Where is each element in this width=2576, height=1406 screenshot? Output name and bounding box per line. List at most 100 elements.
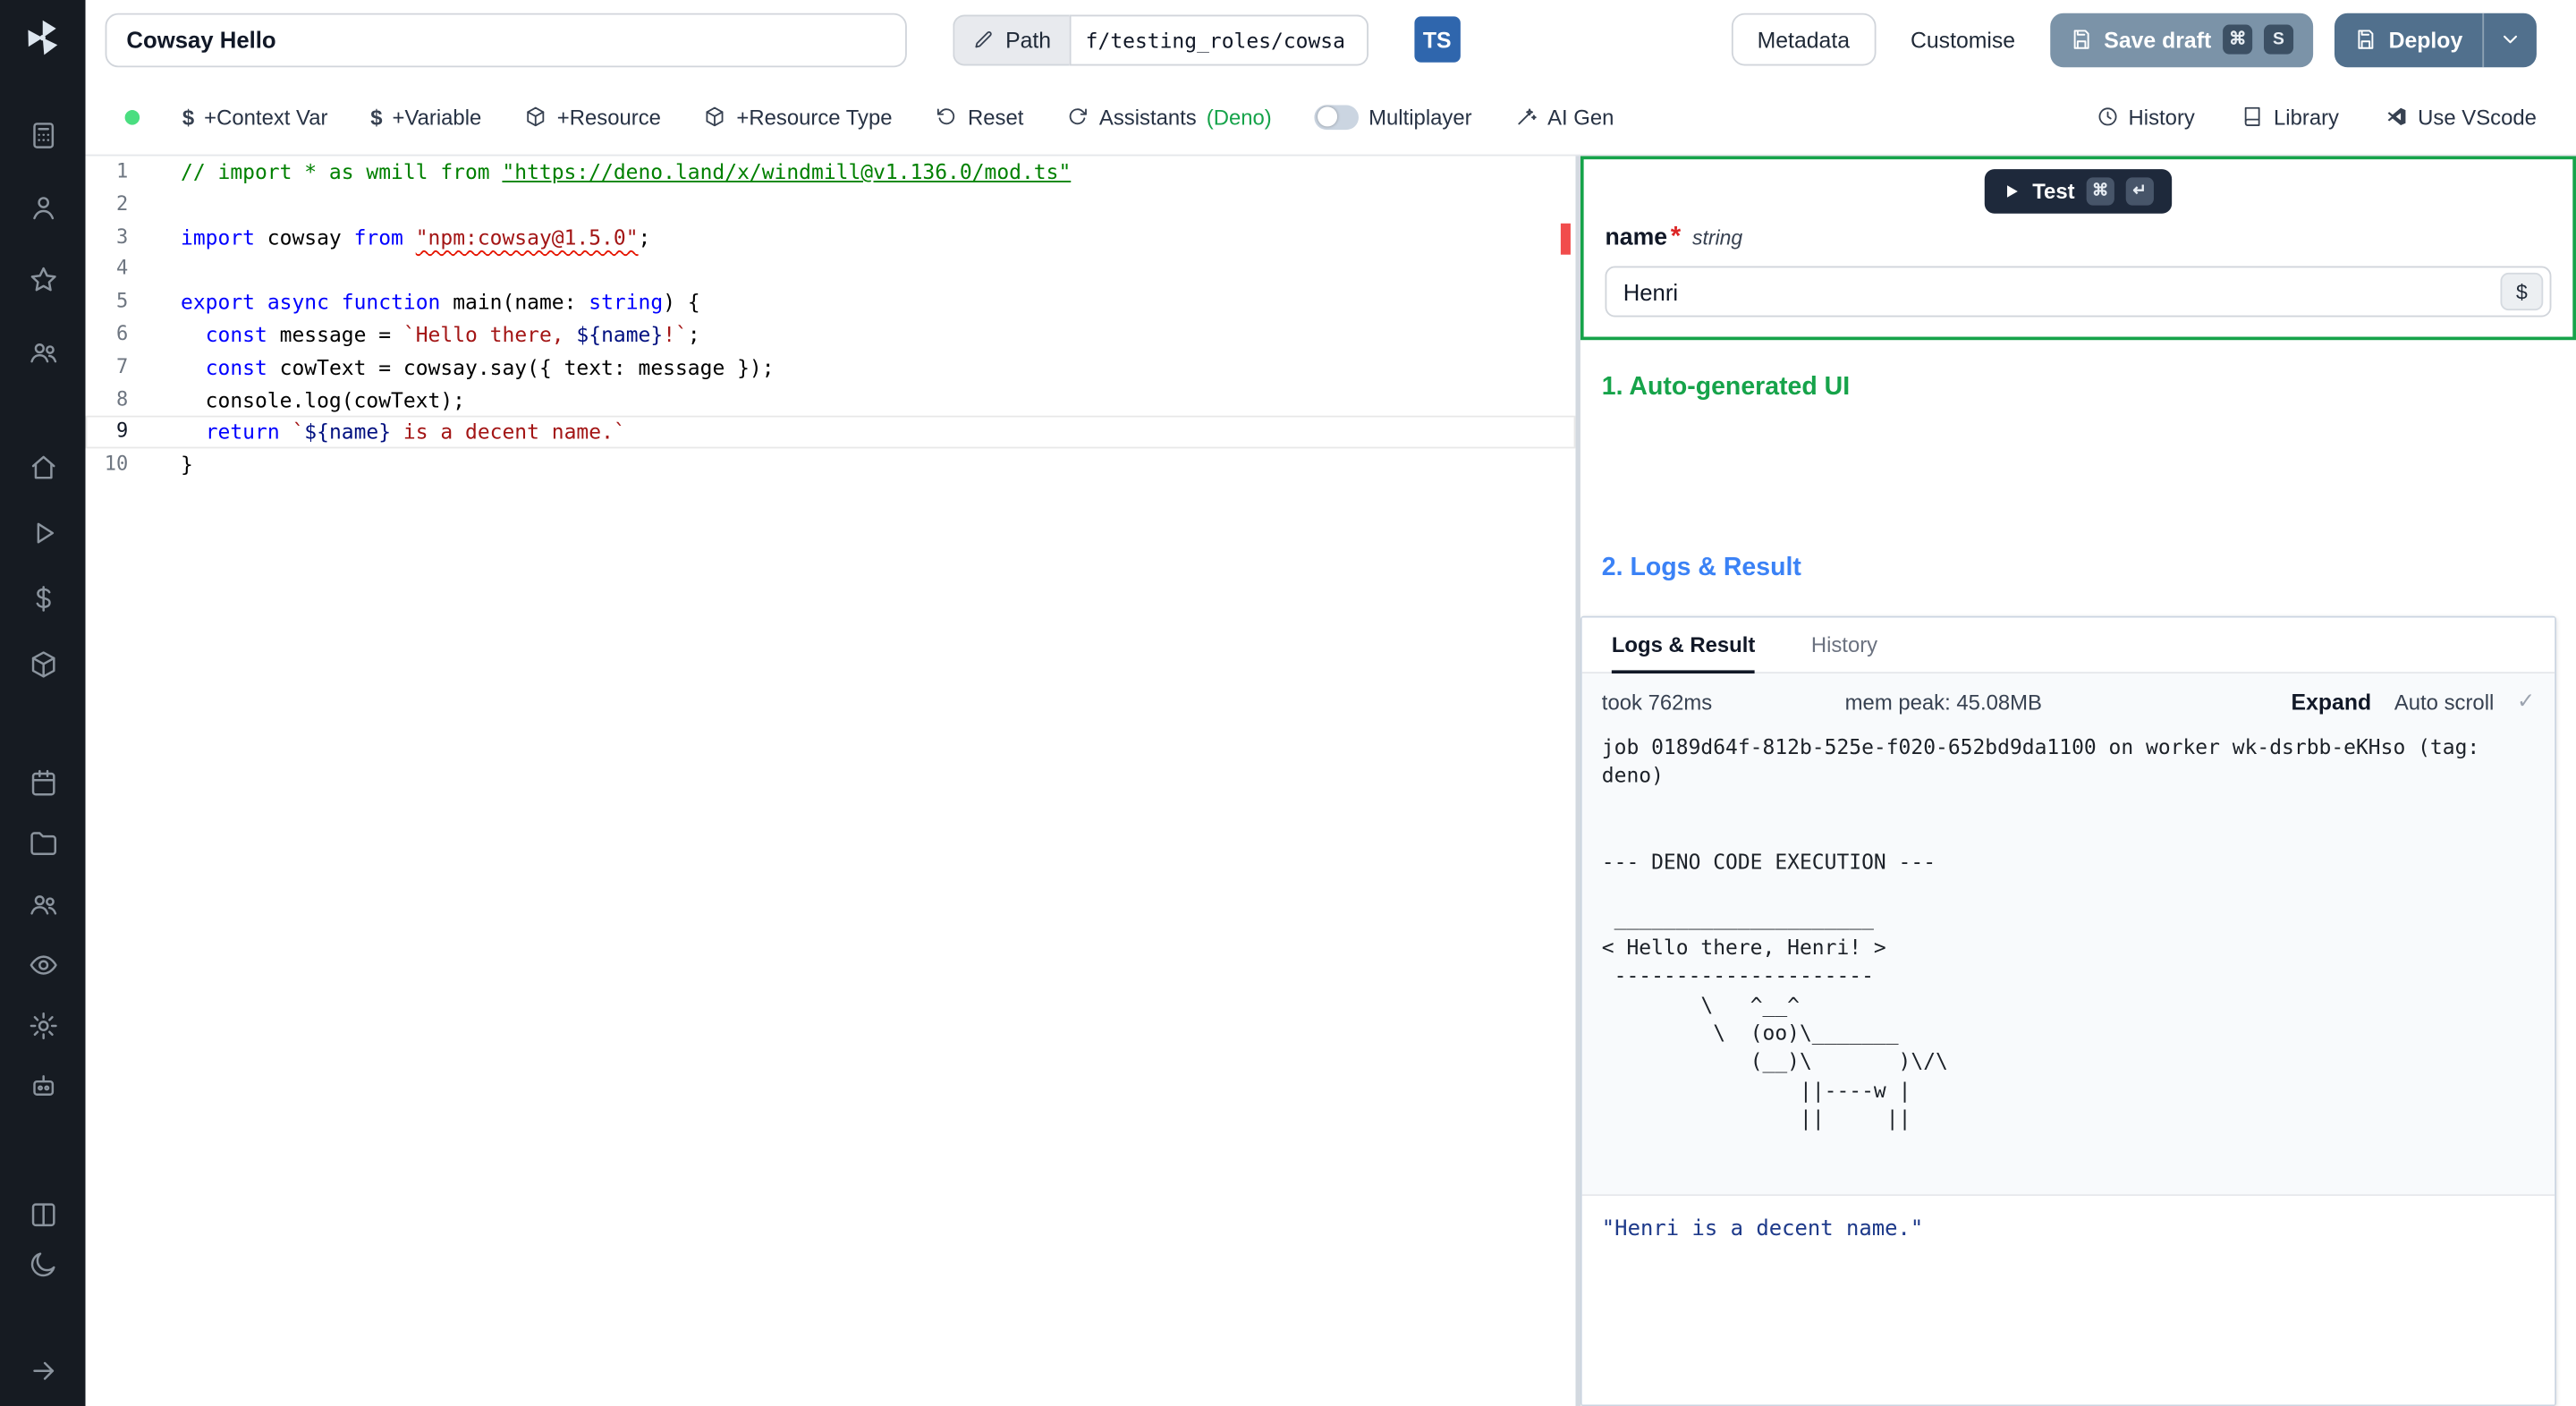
content: 1// import * as wmill from "https://deno… xyxy=(85,156,2576,1406)
home-icon[interactable] xyxy=(0,434,86,499)
multiplayer-toggle[interactable] xyxy=(1314,104,1360,130)
logs-tabs: Logs & Result History xyxy=(1581,617,2555,674)
edit-path-button[interactable]: Path xyxy=(953,13,1070,65)
expand-sidebar-icon[interactable] xyxy=(0,1347,86,1393)
settings-icon[interactable] xyxy=(0,995,86,1056)
line-number: 9 xyxy=(115,419,129,443)
code-line: 1// import * as wmill from "https://deno… xyxy=(86,156,1576,188)
add-resource-type-button[interactable]: +Resource Type xyxy=(704,104,893,130)
field-label: name * string xyxy=(1605,224,2551,253)
code-line: 10} xyxy=(86,449,1576,481)
users-icon[interactable] xyxy=(0,316,86,388)
deploy-dropdown-button[interactable] xyxy=(2484,13,2537,67)
right-panel: Test ⌘ ↵ name* string $ 1. Auto-gener xyxy=(1580,156,2576,1406)
status-dot xyxy=(124,109,140,124)
line-number: 1 xyxy=(115,159,129,182)
audit-logs-icon[interactable] xyxy=(0,935,86,995)
line-number: 5 xyxy=(115,289,129,313)
resources-icon[interactable] xyxy=(0,631,86,696)
assistants-lang-label: (Deno) xyxy=(1206,104,1272,130)
variable-label: +Variable xyxy=(392,104,482,130)
check-icon: ✓ xyxy=(2517,688,2536,714)
insert-variable-button[interactable]: $ xyxy=(2500,272,2544,311)
mem-peak: mem peak: 45.08MB xyxy=(1844,689,2042,715)
multiplayer-toggle-group: Multiplayer xyxy=(1314,104,1472,130)
code-line: 8 console.log(cowText); xyxy=(86,384,1576,416)
run-stats: took 762ms mem peak: 45.08MB Expand Auto… xyxy=(1581,673,2555,730)
code-line: 4 xyxy=(86,254,1576,286)
dark-mode-icon[interactable] xyxy=(0,1239,86,1288)
code-editor[interactable]: 1// import * as wmill from "https://deno… xyxy=(85,156,1576,1406)
use-vscode-button[interactable]: Use VScode xyxy=(2385,105,2537,129)
schedules-icon[interactable] xyxy=(0,752,86,813)
log-output: job 0189d64f-812b-525e-f020-652bd9da1100… xyxy=(1581,729,2555,1197)
topbar: Path TS Metadata Customise Save draft ⌘ … xyxy=(86,0,2576,79)
kbd-cmd: ⌘ xyxy=(2223,24,2253,55)
deploy-button[interactable]: Deploy xyxy=(2334,12,2537,67)
editor-toolbar: $ +Context Var $ +Variable +Resource +Reso… xyxy=(85,79,2576,157)
history-button[interactable]: History xyxy=(2096,104,2195,130)
variables-icon[interactable] xyxy=(0,565,86,631)
clock-icon xyxy=(2097,107,2116,126)
field-name: name xyxy=(1605,224,1668,252)
star-icon[interactable] xyxy=(0,243,86,316)
main-area: Path TS Metadata Customise Save draft ⌘ … xyxy=(85,0,2576,1406)
workers-icon[interactable] xyxy=(0,1056,86,1117)
line-number: 3 xyxy=(115,224,129,248)
took-duration: took 762ms xyxy=(1601,689,1713,715)
rotate-ccw-icon xyxy=(937,108,955,125)
folders-icon[interactable] xyxy=(0,813,86,874)
groups-icon[interactable] xyxy=(0,874,86,935)
assistants-button[interactable]: Assistants (Deno) xyxy=(1066,104,1272,130)
sidebar xyxy=(0,0,86,1406)
expand-button[interactable]: Expand xyxy=(2292,690,2372,715)
context-var-label: +Context Var xyxy=(204,104,328,130)
deploy-save-icon xyxy=(2358,30,2374,49)
chevron-down-icon xyxy=(2504,35,2518,44)
line-number: 8 xyxy=(115,386,129,411)
tab-history[interactable]: History xyxy=(1811,618,1877,673)
line-number: 4 xyxy=(115,257,129,280)
logs-result-heading: 2. Logs & Result xyxy=(1601,553,1801,582)
package-icon xyxy=(707,106,724,127)
resource-label: +Resource xyxy=(556,104,661,130)
code-line: 6 const message = `Hello there, ${name}!… xyxy=(86,318,1576,351)
history-label: History xyxy=(2128,104,2195,130)
line-number: 7 xyxy=(115,354,129,378)
toolbar-right: History Library Use VScode xyxy=(2096,104,2537,130)
kbd-cmd: ⌘ xyxy=(2086,177,2114,206)
tab-logs-result[interactable]: Logs & Result xyxy=(1611,618,1756,674)
script-name-input[interactable] xyxy=(105,12,907,67)
runs-icon[interactable] xyxy=(0,499,86,564)
save-icon xyxy=(2073,30,2089,49)
path-input[interactable] xyxy=(1069,13,1368,65)
vscode-icon xyxy=(2387,107,2405,126)
deploy-label: Deploy xyxy=(2388,27,2463,52)
reset-button[interactable]: Reset xyxy=(935,105,1023,129)
add-variable-button[interactable]: $ +Variable xyxy=(370,105,481,130)
path-label: Path xyxy=(1005,27,1052,52)
save-draft-button[interactable]: Save draft ⌘ S xyxy=(2049,12,2314,67)
path-group: Path xyxy=(953,13,1368,65)
ai-gen-button[interactable]: AI Gen xyxy=(1514,105,1614,129)
docs-icon[interactable] xyxy=(0,1190,86,1239)
required-asterisk: * xyxy=(1670,223,1682,252)
error-marker xyxy=(1560,223,1571,255)
add-resource-button[interactable]: +Resource xyxy=(524,104,661,130)
add-context-var-button[interactable]: $ +Context Var xyxy=(182,105,328,130)
customise-button[interactable]: Customise xyxy=(1897,13,2029,66)
name-field-input[interactable] xyxy=(1606,278,2501,305)
autoscroll-toggle[interactable]: Auto scroll xyxy=(2394,690,2494,715)
library-button[interactable]: Library xyxy=(2241,105,2339,129)
metadata-button[interactable]: Metadata xyxy=(1731,13,1877,66)
user-icon[interactable] xyxy=(0,171,86,243)
code-line: 2 xyxy=(86,189,1576,221)
test-button[interactable]: Test ⌘ ↵ xyxy=(1984,169,2172,214)
windmill-logo-icon[interactable] xyxy=(0,0,86,75)
kbd-enter: ↵ xyxy=(2125,177,2154,206)
line-number: 6 xyxy=(115,321,129,345)
typescript-badge: TS xyxy=(1414,16,1461,63)
apps-icon[interactable] xyxy=(0,98,86,171)
resource-type-label: +Resource Type xyxy=(736,104,893,130)
name-field-wrap: $ xyxy=(1605,266,2552,318)
